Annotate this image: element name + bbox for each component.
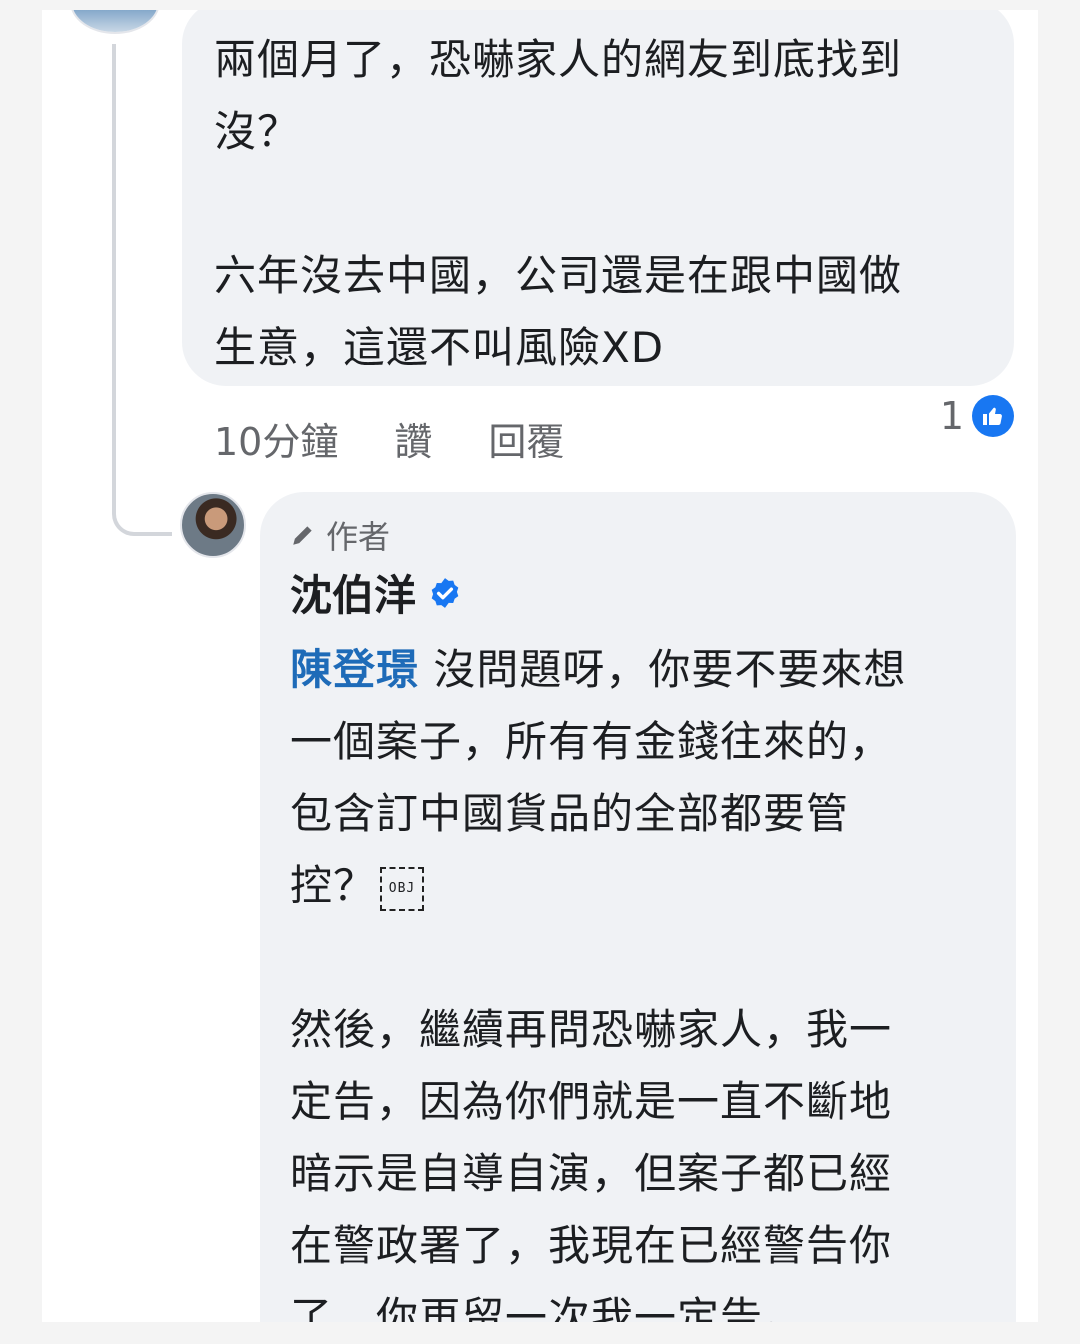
mention-link[interactable]: 陳登璟 bbox=[290, 645, 419, 694]
reply-text: 陳登璟 沒問題呀，你要不要來想 一個案子，所有有金錢往來的， 包含訂中國貨品的全… bbox=[290, 634, 990, 1322]
comment-time: 10分鐘 bbox=[214, 419, 339, 464]
author-name[interactable]: 沈伯洋 bbox=[290, 562, 462, 623]
comment-thread: 兩個月了，恐嚇家人的網友到底找到 沒？ 六年沒去中國，公司還是在跟中國做 生意，… bbox=[42, 10, 1038, 1322]
reply-button[interactable]: 回覆 bbox=[488, 411, 564, 466]
object-placeholder-icon: OBJ bbox=[380, 866, 425, 911]
author-badge-label: 作者 bbox=[326, 518, 391, 556]
author-badge: 作者 bbox=[290, 512, 390, 558]
thumbs-up-icon bbox=[972, 395, 1014, 437]
author-name-text: 沈伯洋 bbox=[290, 571, 417, 620]
comment-text: 兩個月了，恐嚇家人的網友到底找到 沒？ 六年沒去中國，公司還是在跟中國做 生意，… bbox=[214, 35, 903, 372]
reply-paragraph-2: 然後，繼續再問恐嚇家人，我一 定告，因為你們就是一直不斷地 暗示是自導自演，但案… bbox=[290, 1005, 893, 1322]
comment-bubble: 兩個月了，恐嚇家人的網友到底找到 沒？ 六年沒去中國，公司還是在跟中國做 生意，… bbox=[182, 10, 1014, 386]
verified-badge-icon bbox=[431, 577, 459, 608]
author-avatar[interactable] bbox=[180, 492, 246, 558]
reply-bubble: 作者 沈伯洋 陳登璟 沒問題呀，你要不要來想 一個案子，所有有金錢往來的， 包含… bbox=[260, 492, 1016, 1322]
like-button[interactable]: 讚 bbox=[394, 411, 432, 466]
thread-connector-line bbox=[112, 44, 172, 536]
reaction-count: 1 bbox=[939, 394, 964, 438]
commenter-avatar[interactable] bbox=[72, 10, 158, 32]
reaction-summary[interactable]: 1 bbox=[940, 394, 1014, 438]
comment-meta: 10分鐘 讚 回覆 bbox=[214, 408, 620, 468]
pencil-icon bbox=[293, 526, 312, 545]
